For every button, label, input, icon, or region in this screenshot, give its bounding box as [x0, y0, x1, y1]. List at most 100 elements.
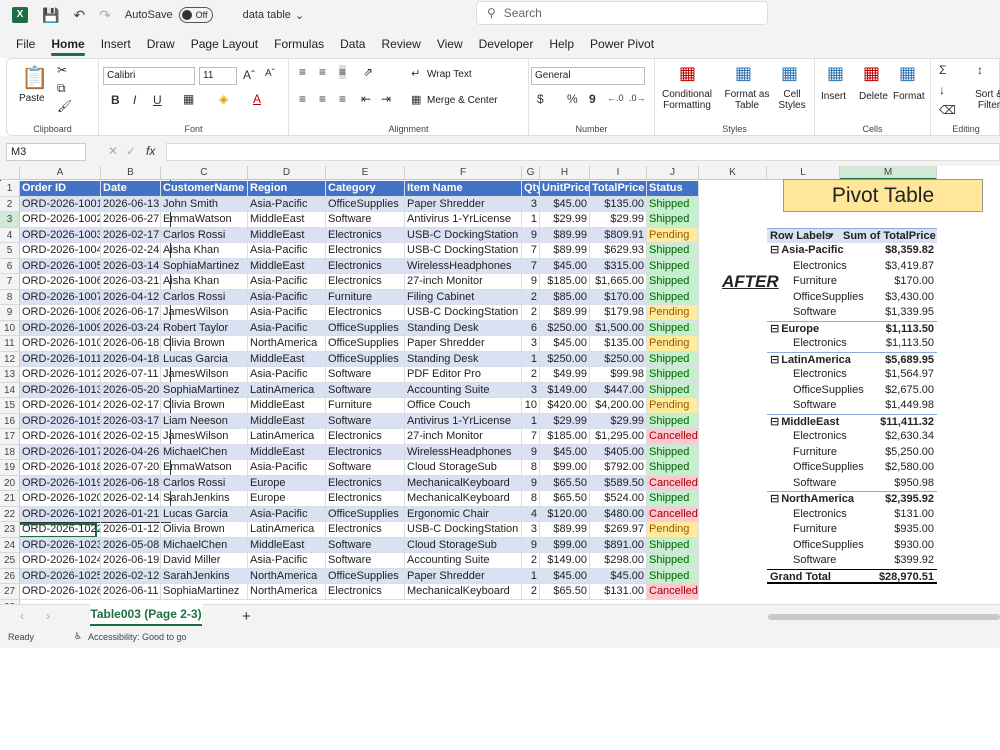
table-cell[interactable]: $589.50: [590, 475, 647, 491]
pivot-row-value[interactable]: $399.92: [840, 553, 937, 569]
pivot-row-label[interactable]: Electronics: [767, 429, 847, 445]
table-cell[interactable]: Electronics: [326, 258, 405, 274]
table-cell[interactable]: Software: [326, 537, 405, 553]
table-cell[interactable]: Paper Shredder: [405, 336, 522, 352]
table-cell[interactable]: Pending: [647, 305, 699, 321]
table-cell[interactable]: $89.99: [540, 243, 590, 259]
table-cell[interactable]: $29.99: [590, 212, 647, 228]
table-cell[interactable]: Robert Taylor: [161, 320, 248, 336]
table-cell[interactable]: Shipped: [647, 274, 699, 290]
format-table-icon[interactable]: ▦: [735, 63, 752, 84]
table-cell[interactable]: NorthAmerica: [248, 584, 326, 600]
table-cell[interactable]: $45.00: [540, 444, 590, 460]
pivot-row-label[interactable]: OfficeSupplies: [767, 460, 864, 476]
table-cell[interactable]: ORD-2026-1018: [20, 460, 101, 476]
table-cell[interactable]: 9: [522, 475, 540, 491]
table-cell[interactable]: Asia-Pacific: [248, 460, 326, 476]
table-cell[interactable]: Cancelled: [647, 506, 699, 522]
table-cell[interactable]: Shipped: [647, 413, 699, 429]
table-cell[interactable]: LatinAmerica: [248, 522, 326, 538]
table-cell[interactable]: MichaelChen: [161, 444, 248, 460]
table-cell[interactable]: MiddleEast: [248, 258, 326, 274]
table-cell[interactable]: $170.00: [590, 289, 647, 305]
table-cell[interactable]: $1,500.00: [590, 320, 647, 336]
table-cell[interactable]: SophiaMartinez: [161, 584, 248, 600]
table-cell[interactable]: ORD-2026-1003: [20, 227, 101, 243]
tab-developer[interactable]: Developer: [471, 30, 542, 58]
table-cell[interactable]: MiddleEast: [248, 444, 326, 460]
tab-home[interactable]: Home: [43, 30, 92, 58]
table-cell[interactable]: USB-C DockingStation: [405, 243, 522, 259]
table-cell[interactable]: NorthAmerica: [248, 568, 326, 584]
pivot-row-label[interactable]: ⊟ NorthAmerica: [767, 491, 854, 507]
decrease-indent-icon[interactable]: ⇤: [361, 92, 371, 106]
table-cell[interactable]: Asia-Pacific: [248, 196, 326, 212]
table-cell[interactable]: Asia-Pacific: [248, 289, 326, 305]
table-cell[interactable]: 2026-06-19: [101, 553, 161, 569]
collapse-icon[interactable]: ⊟: [770, 323, 779, 335]
table-cell[interactable]: JamesWilson: [161, 429, 248, 445]
bold-button[interactable]: B: [111, 93, 120, 107]
table-cell[interactable]: USB-C DockingStation: [405, 227, 522, 243]
column-header[interactable]: H: [540, 166, 590, 180]
table-cell[interactable]: ORD-2026-1014: [20, 398, 101, 414]
table-cell[interactable]: 9: [522, 274, 540, 290]
table-cell[interactable]: 9: [522, 444, 540, 460]
row-header[interactable]: 21: [0, 491, 20, 507]
table-cell[interactable]: Shipped: [647, 351, 699, 367]
row-header[interactable]: 12: [0, 351, 20, 367]
table-cell[interactable]: $149.00: [540, 553, 590, 569]
collapse-icon[interactable]: ⊟: [770, 416, 779, 428]
table-cell[interactable]: Pending: [647, 336, 699, 352]
pivot-row-value[interactable]: $2,675.00: [840, 383, 937, 399]
table-cell[interactable]: Electronics: [326, 305, 405, 321]
table-cell[interactable]: $250.00: [590, 351, 647, 367]
pivot-row-value[interactable]: $1,449.98: [840, 398, 937, 414]
tab-draw[interactable]: Draw: [139, 30, 183, 58]
pivot-row-label[interactable]: Electronics: [767, 336, 847, 352]
pivot-row-label[interactable]: Furniture: [767, 445, 840, 461]
table-cell[interactable]: SophiaMartinez: [161, 258, 248, 274]
table-cell[interactable]: MechanicalKeyboard: [405, 475, 522, 491]
tab-insert[interactable]: Insert: [93, 30, 139, 58]
table-cell[interactable]: 27-inch Monitor: [405, 429, 522, 445]
table-cell[interactable]: MechanicalKeyboard: [405, 584, 522, 600]
table-cell[interactable]: $99.00: [540, 537, 590, 553]
pivot-row-value[interactable]: $1,113.50: [840, 336, 937, 352]
table-cell[interactable]: Olivia Brown: [161, 522, 248, 538]
pivot-row-value[interactable]: $3,430.00: [840, 290, 937, 306]
table-cell[interactable]: Lucas Garcia: [161, 506, 248, 522]
comma-button[interactable]: 9: [589, 92, 596, 106]
table-cell[interactable]: MiddleEast: [248, 413, 326, 429]
table-cell[interactable]: 3: [522, 382, 540, 398]
delete-cells-icon[interactable]: ▦: [863, 63, 880, 84]
tab-review[interactable]: Review: [373, 30, 428, 58]
borders-icon[interactable]: ▦: [183, 92, 194, 106]
table-cell[interactable]: Pending: [647, 522, 699, 538]
tab-power-pivot[interactable]: Power Pivot: [582, 30, 662, 58]
autosave-toggle[interactable]: Off: [178, 7, 213, 23]
table-cell[interactable]: Electronics: [326, 274, 405, 290]
align-bottom-icon[interactable]: ≡: [339, 65, 347, 79]
table-cell[interactable]: Cloud StorageSub: [405, 537, 522, 553]
table-cell[interactable]: $135.00: [590, 196, 647, 212]
pivot-row-label[interactable]: Software: [767, 553, 840, 569]
cell-styles-button[interactable]: Cell Styles: [773, 89, 811, 111]
accessibility-status[interactable]: Accessibility: Good to go: [88, 632, 187, 642]
table-cell[interactable]: ORD-2026-1023: [20, 537, 101, 553]
table-cell[interactable]: ORD-2026-1006: [20, 274, 101, 290]
table-cell[interactable]: $185.00: [540, 429, 590, 445]
table-cell[interactable]: Europe: [248, 491, 326, 507]
row-header[interactable]: 7: [0, 274, 20, 290]
row-header[interactable]: 16: [0, 413, 20, 429]
column-header[interactable]: A: [20, 166, 101, 180]
tab-view[interactable]: View: [429, 30, 471, 58]
row-header[interactable]: 27: [0, 584, 20, 600]
table-cell[interactable]: $99.98: [590, 367, 647, 383]
pivot-row-label[interactable]: Electronics: [767, 367, 847, 383]
table-cell[interactable]: $480.00: [590, 506, 647, 522]
table-header-cell[interactable]: Qty: [522, 181, 540, 197]
table-header-cell[interactable]: Date: [101, 181, 161, 197]
table-cell[interactable]: Carlos Rossi: [161, 289, 248, 305]
table-cell[interactable]: MiddleEast: [248, 537, 326, 553]
